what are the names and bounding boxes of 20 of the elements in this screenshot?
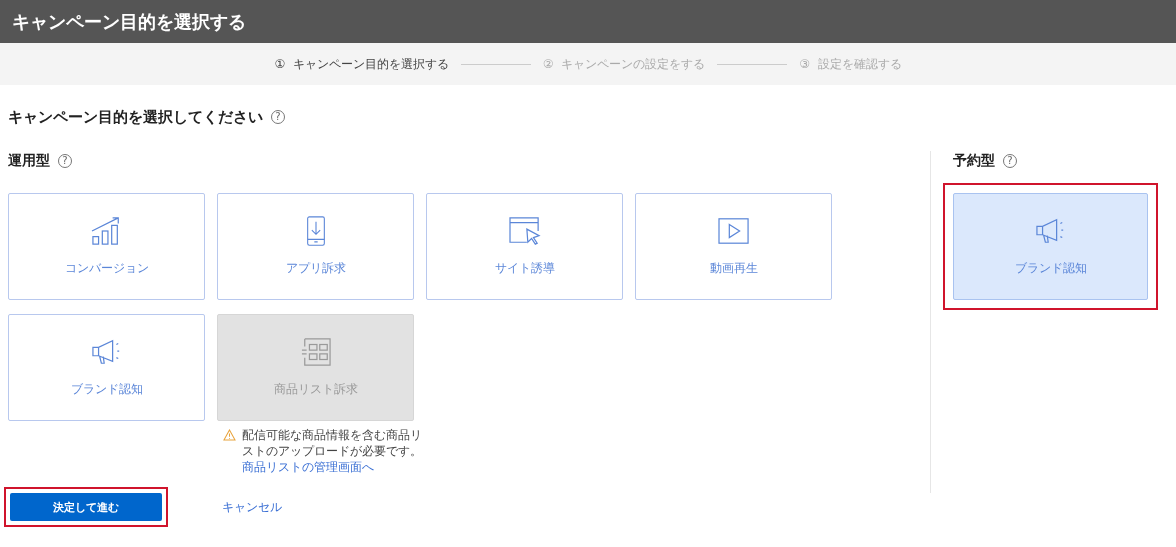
cancel-link[interactable]: キャンセル <box>222 498 282 516</box>
objective-card[interactable]: アプリ訴求 <box>217 193 414 300</box>
objective-card[interactable]: コンバージョン <box>8 193 205 300</box>
page-title: キャンペーン目的を選択する <box>12 9 246 34</box>
section-heading: キャンペーン目的を選択してください <box>8 107 263 127</box>
browser-cursor-icon <box>507 216 542 246</box>
warning-icon <box>223 429 236 441</box>
submit-button[interactable]: 決定して進む <box>10 493 162 521</box>
objective-card[interactable]: ブランド認知 <box>953 193 1148 300</box>
product-list-link[interactable]: 商品リストの管理画面へ <box>242 459 423 475</box>
group-title: 予約型 <box>953 152 995 170</box>
step: ③ 設定を確認する <box>799 55 902 73</box>
warning-text: 配信可能な商品情報を含む商品リストのアップロードが必要です。 <box>242 427 423 459</box>
objective-card[interactable]: ブランド認知 <box>8 314 205 421</box>
step: ① キャンペーン目的を選択する <box>274 55 449 73</box>
objective-card[interactable]: 動画再生 <box>635 193 832 300</box>
objective-card[interactable]: サイト誘導 <box>426 193 623 300</box>
group-title: 運用型 <box>8 152 50 170</box>
step: ② キャンペーンの設定をする <box>542 55 706 73</box>
play-icon <box>716 216 751 246</box>
